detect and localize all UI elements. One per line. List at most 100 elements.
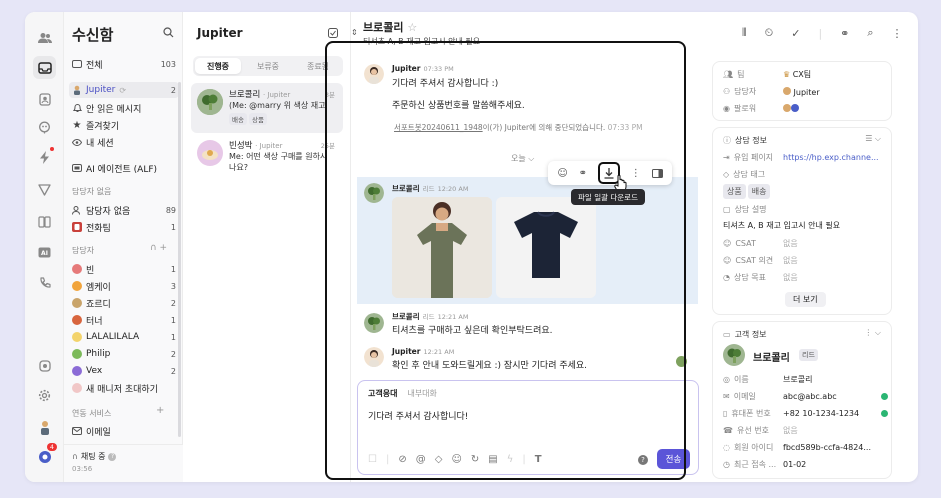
assignee-actions[interactable]: ∩ + <box>150 243 167 253</box>
tag[interactable]: 배송 <box>747 184 771 199</box>
follower-avatars[interactable] <box>783 103 888 114</box>
customer-icon: ▭ <box>723 330 731 339</box>
member-id-value[interactable]: fbcd589b-ccfa-4824... <box>783 443 888 452</box>
customer-avatar <box>723 344 745 366</box>
last-access-value[interactable]: 01-02 <box>783 460 888 469</box>
sidebar-item-jupiter[interactable]: Jupiter ⟳ 2 <box>69 82 179 98</box>
team-icon: 👥︎ <box>723 70 734 79</box>
settings-icon[interactable] <box>33 384 56 407</box>
sidebar-item-assignee[interactable]: 빈 1 <box>69 261 179 277</box>
sidebar-scrollbar[interactable] <box>178 82 181 437</box>
sidebar-item-label: 새 매니저 초대하기 <box>86 384 158 395</box>
section-unassigned-label: 담당자 없음 <box>72 187 112 196</box>
inbox-sidebar: 수신함 전체 103 Jupiter ⟳ 2 안 읽은 메시지 ★ 즐겨찾기 내 세… <box>64 12 183 482</box>
phone-icon[interactable] <box>33 271 56 294</box>
lightning-icon[interactable] <box>33 146 56 169</box>
tab-in-progress[interactable]: 진행중 <box>195 58 241 74</box>
header-toolbar: ⫴ ⏲ ✓ | ⚭ ⌕ ⋮ <box>742 26 903 40</box>
chat-status[interactable]: ∩ 채팅 중 ? 03:56 <box>64 444 183 482</box>
avatar <box>197 89 223 115</box>
status-time: 03:56 <box>72 465 93 473</box>
avatar <box>72 315 82 325</box>
sidebar-item-unassigned[interactable]: 담당자 없음 89 <box>69 202 179 218</box>
team-icon[interactable] <box>33 26 56 49</box>
docs-icon[interactable] <box>33 210 56 233</box>
clock-icon: ◷ <box>723 460 730 469</box>
eye-icon <box>72 137 82 147</box>
more-icon[interactable]: ⋮ <box>892 27 903 40</box>
tab-on-hold[interactable]: 보류중 <box>245 58 291 74</box>
description-value[interactable]: 티셔츠 A, B 재고 입고시 안내 필요 <box>723 220 888 231</box>
inbox-icon[interactable] <box>33 56 56 79</box>
sidebar-item-label: 터너 <box>86 316 103 327</box>
add-integration-icon[interactable]: + <box>156 405 164 416</box>
sidebar-item-phone-team[interactable]: 전화팀 1 <box>69 219 179 235</box>
sidebar-item-assignee[interactable]: 엠케이 3 <box>69 278 179 294</box>
avatar <box>72 366 82 376</box>
inflow-link[interactable]: https://hp.exp.channe... <box>783 153 888 162</box>
conversation-item[interactable]: 브로콜리 · Jupiter 3분 (Me: @marry 위 색상 재고 ..… <box>191 83 343 133</box>
sidebar-item-assignee[interactable]: Vex 2 <box>69 363 179 379</box>
favorite-star-icon[interactable]: ☆ <box>407 21 417 34</box>
sidebar-item-unread[interactable]: 안 읽은 메시지 <box>69 100 179 116</box>
person-plus-icon <box>72 205 82 215</box>
filter-icon[interactable]: ☰ ⌵ <box>865 134 881 144</box>
sidebar-item-assignee[interactable]: LALALILALA 1 <box>69 329 179 345</box>
assignee-value[interactable]: Jupiter <box>783 86 888 97</box>
customer-role-badge: 리드 <box>799 349 820 361</box>
widget-icon[interactable] <box>33 354 56 377</box>
team-value[interactable]: ♛ CX팀 <box>783 69 888 80</box>
search-icon[interactable] <box>163 27 174 38</box>
tag-icon: ◇ <box>723 170 730 179</box>
id-icon: ◌ <box>723 443 730 452</box>
invite-manager-button[interactable]: 새 매니저 초대하기 <box>69 380 179 396</box>
sidebar-item-assignee[interactable]: 터너 1 <box>69 312 179 328</box>
email-value[interactable]: abc@abc.abc <box>783 392 881 401</box>
sidebar-item-label: 안 읽은 메시지 <box>86 104 142 115</box>
waveform-icon[interactable]: ⫴ <box>742 26 747 40</box>
name-value[interactable]: 브로콜리 <box>783 374 888 385</box>
check-icon[interactable]: ✓ <box>791 27 800 40</box>
search-icon[interactable]: ⌕ <box>867 26 873 40</box>
sidebar-item-favorites[interactable]: ★ 즐겨찾기 <box>69 117 179 133</box>
sidebar-item-assignee[interactable]: Philip 2 <box>69 346 179 362</box>
sidebar-item-label: 전체 <box>86 60 103 71</box>
tag[interactable]: 상품 <box>723 184 746 199</box>
notification-icon[interactable]: 4 <box>33 443 57 468</box>
sidebar-item-my-sessions[interactable]: 내 세션 <box>69 134 179 150</box>
alarm-icon[interactable]: ⏲ <box>765 26 774 40</box>
landline-value[interactable]: 없음 <box>783 425 888 436</box>
team-avatar: ♛ <box>783 70 791 79</box>
customer-menu-icon[interactable]: ⋮ ⌵ <box>864 328 881 338</box>
sidebar-item-email[interactable]: 이메일 <box>69 423 179 439</box>
avatar <box>72 349 82 359</box>
eye-icon: ◉ <box>723 104 730 113</box>
checkbox-icon[interactable] <box>328 28 338 38</box>
info-icon: ⓘ <box>723 136 731 145</box>
more-button[interactable]: 더 보기 <box>785 292 826 307</box>
ai-icon[interactable]: AI <box>33 241 56 264</box>
conversation-sub: · Jupiter <box>255 142 283 150</box>
sidebar-item-assignee[interactable]: 죠르디 2 <box>69 295 179 311</box>
sidebar-item-ai-agent[interactable]: AI 에이전트 (ALF) <box>69 160 179 176</box>
sidebar-item-label: 엠케이 <box>86 282 111 293</box>
user-avatar[interactable] <box>33 416 56 439</box>
sidebar-item-all[interactable]: 전체 103 <box>69 56 179 72</box>
inflow-icon: ⇥ <box>723 153 730 162</box>
conversation-item[interactable]: 빈성박 · Jupiter 25분 Me: 어떤 색상 구매를 원하시나요? <box>191 134 343 184</box>
jupiter-avatar <box>72 85 82 95</box>
help-icon: ? <box>108 452 117 461</box>
phone-value[interactable]: +82 10-1234-1234 <box>783 409 881 418</box>
send-icon[interactable] <box>33 178 56 201</box>
link-icon[interactable]: ⚭ <box>840 27 849 40</box>
sidebar-item-label: 즐겨찾기 <box>86 121 120 132</box>
sidebar-item-count: 89 <box>165 205 176 215</box>
assignee-icon: ⚇ <box>723 87 731 96</box>
list-title: Jupiter <box>197 26 243 40</box>
person-icon: ◎ <box>723 375 730 384</box>
bot-icon[interactable] <box>33 116 56 139</box>
avatar <box>72 298 82 308</box>
sidebar-title: 수신함 <box>72 26 114 44</box>
csat-comment-icon: ☺ <box>723 256 732 265</box>
contacts-icon[interactable] <box>33 88 56 111</box>
